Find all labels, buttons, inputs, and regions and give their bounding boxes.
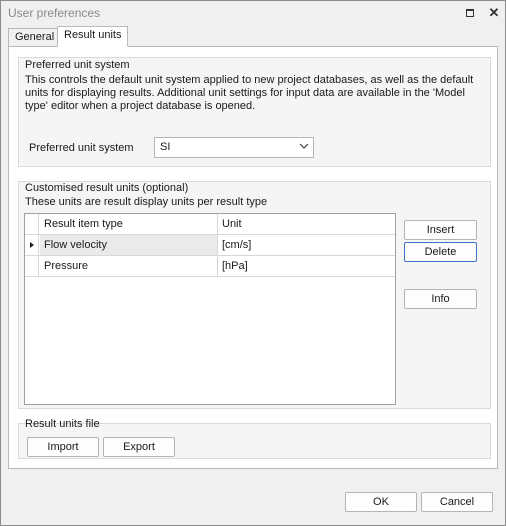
table-row[interactable]: Flow velocity [cm/s] [25,235,395,256]
chevron-down-icon [299,143,309,149]
insert-button[interactable]: Insert [404,220,477,240]
result-units-file-group: Result units file Import Export [18,418,491,459]
current-row-arrow-icon [30,242,34,248]
file-group-title: Result units file [25,418,100,430]
column-header-result-item-type[interactable]: Result item type [40,214,218,234]
close-icon[interactable]: ✕ [487,6,501,20]
table-row[interactable]: Pressure [hPa] [25,256,395,277]
row-indicator[interactable] [25,256,39,276]
info-button[interactable]: Info [404,289,477,309]
table-header-row: Result item type Unit [25,214,395,235]
row-indicator[interactable] [25,235,39,255]
cell-result-item-type[interactable]: Flow velocity [40,235,218,255]
export-button[interactable]: Export [103,437,175,457]
tab-result-units[interactable]: Result units [57,26,129,47]
preferred-group-title: Preferred unit system [25,59,130,71]
tab-general[interactable]: General [8,28,61,46]
column-header-unit[interactable]: Unit [218,214,395,234]
delete-button[interactable]: Delete [404,242,477,262]
customised-result-units-group: Customised result units (optional) These… [18,181,491,409]
preferred-description: This controls the default unit system ap… [25,74,474,112]
cell-unit[interactable]: [hPa] [218,256,395,276]
restore-icon[interactable] [463,6,477,20]
preferred-unit-system-label: Preferred unit system [29,142,134,154]
ok-button[interactable]: OK [345,492,417,512]
custom-description: These units are result display units per… [25,196,268,208]
title-bar: User preferences ✕ [1,1,505,25]
custom-group-title: Customised result units (optional) [25,182,189,194]
cell-unit[interactable]: [cm/s] [218,235,395,255]
window-title: User preferences [8,6,101,20]
result-units-panel: Preferred unit system This controls the … [8,46,498,469]
user-preferences-dialog: User preferences ✕ General Result units … [0,0,506,526]
preferred-unit-system-select[interactable]: SI [154,137,314,158]
row-header-corner [25,214,39,234]
preferred-unit-system-value: SI [160,141,171,153]
cancel-button[interactable]: Cancel [421,492,493,512]
import-button[interactable]: Import [27,437,99,457]
preferred-unit-system-group: Preferred unit system This controls the … [18,57,491,167]
result-units-table: Result item type Unit Flow velocity [cm/… [24,213,396,405]
cell-result-item-type[interactable]: Pressure [40,256,218,276]
